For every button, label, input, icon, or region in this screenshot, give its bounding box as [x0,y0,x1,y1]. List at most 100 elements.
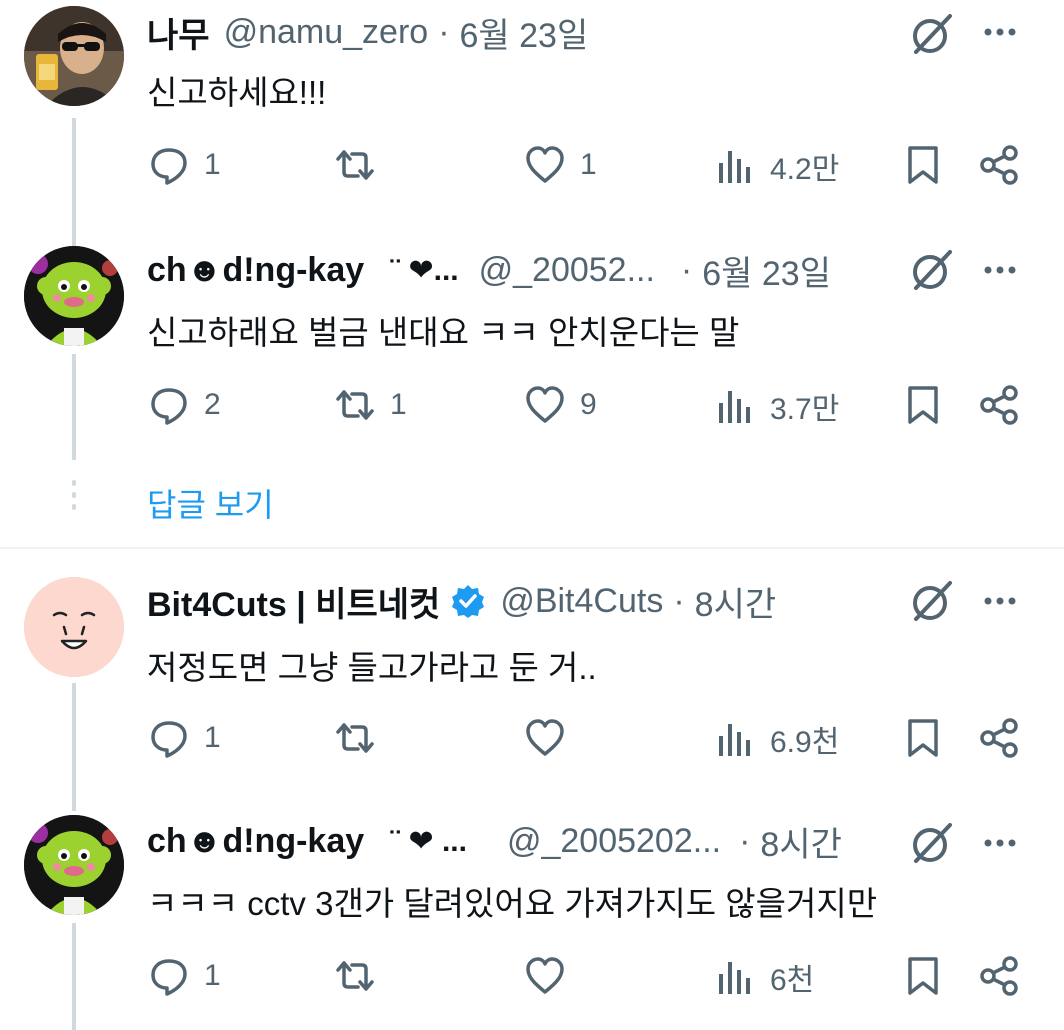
tweet[interactable]: ch☻d!ng-kay ¨ ❤ ... @_2005202... · 8시간 ㅋ… [0,789,1064,1030]
reply-button[interactable]: 1 [148,144,221,186]
share-button[interactable] [978,384,1020,426]
reply-button[interactable]: 1 [148,955,221,997]
grok-icon[interactable] [908,10,956,58]
thread-line [72,683,76,789]
tweet[interactable]: 나무 @namu_zero · 6월 23일 신고하세요!!! 1 1 4.2만 [0,0,1064,230]
view-count: 4.2만 [770,153,840,186]
reply-button[interactable]: 2 [148,384,221,426]
user-handle[interactable]: @namu_zero [224,13,429,52]
tweet-text: 신고하세요!!! [147,74,327,111]
separator-dot: · [438,12,450,51]
like-button[interactable] [524,717,580,759]
reply-icon [151,959,187,996]
display-name[interactable]: ch☻d!ng-kay [147,251,364,290]
views-button[interactable]: 3.7만 [714,384,839,428]
thread-line [72,118,76,230]
tweet-header: ch☻d!ng-kay ¨ ❤... @_20052... · 6월 23일 [147,246,831,295]
view-count: 6.9천 [770,726,840,759]
name-emoji: ¨ ❤ ... [390,824,467,858]
views-icon [719,962,750,994]
tweet-header: ch☻d!ng-kay ¨ ❤ ... @_2005202... · 8시간 [147,817,842,866]
tweet-text: 신고하래요 벌금 낸대요 ㅋㅋ 안치운다는 말 [147,314,740,351]
share-button[interactable] [978,955,1020,997]
like-icon [526,386,564,423]
views-icon [719,724,750,756]
avatar[interactable] [24,246,124,346]
timestamp[interactable]: 8시간 [695,577,776,626]
display-name[interactable]: ch☻d!ng-kay [147,822,364,861]
view-count: 3.7만 [770,393,840,426]
user-handle[interactable]: @_20052... [479,251,655,290]
user-handle[interactable]: @Bit4Cuts [500,582,663,621]
retweet-icon [336,723,374,753]
more-icon[interactable] [980,12,1020,52]
bookmark-button[interactable] [902,144,944,186]
avatar[interactable] [24,815,124,915]
bookmark-button[interactable] [902,384,944,426]
grok-icon[interactable] [908,577,956,625]
bookmark-button[interactable] [902,717,944,759]
retweet-icon [336,390,374,420]
reply-icon [151,721,187,758]
view-count: 6천 [770,964,815,997]
separator-dot: · [680,250,693,289]
timestamp[interactable]: 8시간 [760,817,841,866]
views-icon [719,151,750,183]
separator-dot: · [673,581,685,620]
thread-line [72,354,76,460]
like-button[interactable]: 1 [524,144,597,186]
tweet[interactable]: Bit4Cuts | 비트네컷 @Bit4Cuts · 8시간 저정도면 그냥 … [0,549,1064,789]
display-name[interactable]: 나무 [147,8,210,57]
display-name[interactable]: Bit4Cuts | 비트네컷 [147,577,440,626]
share-button[interactable] [978,144,1020,186]
tweet-header: Bit4Cuts | 비트네컷 @Bit4Cuts · 8시간 [147,577,776,626]
user-handle[interactable]: @_2005202... [507,822,721,861]
timestamp[interactable]: 6월 23일 [460,8,589,57]
bookmark-icon [908,719,938,757]
like-count: 9 [580,388,597,421]
grok-icon[interactable] [908,819,956,867]
timestamp[interactable]: 6월 23일 [702,246,831,295]
reply-button[interactable]: 1 [148,717,221,759]
reply-count: 1 [204,721,221,754]
like-count: 1 [580,148,597,181]
retweet-icon [336,961,374,991]
avatar[interactable] [24,6,124,106]
retweet-count: 1 [390,388,407,421]
retweet-button[interactable] [334,955,390,997]
views-button[interactable]: 6.9천 [714,717,839,761]
grok-icon[interactable] [908,246,956,294]
separator-dot: · [739,821,751,860]
tweet-text: 저정도면 그냥 들고가라고 둔 거.. [147,649,597,686]
avatar[interactable] [24,577,124,677]
reply-count: 2 [204,388,221,421]
share-icon [980,145,1018,185]
share-icon [980,718,1018,758]
thread-dots [72,480,76,516]
views-icon [719,391,750,423]
like-icon [526,957,564,994]
show-replies-link[interactable]: 답글 보기 [147,480,274,526]
retweet-button[interactable] [334,717,390,759]
more-icon[interactable] [980,581,1020,621]
name-emoji: ¨ ❤... [390,253,459,287]
share-button[interactable] [978,717,1020,759]
reply-icon [151,148,187,185]
tweet-text: ㅋㅋㅋ cctv 3갠가 달려있어요 가져가지도 않을거지만 [147,885,878,922]
more-icon[interactable] [980,250,1020,290]
like-icon [526,146,564,183]
like-icon [526,719,564,756]
reply-count: 1 [204,959,221,992]
like-button[interactable] [524,955,580,997]
retweet-button[interactable] [334,144,390,186]
like-button[interactable]: 9 [524,384,597,426]
share-icon [980,956,1018,996]
bookmark-icon [908,957,938,995]
retweet-button[interactable]: 1 [334,384,407,426]
bookmark-button[interactable] [902,955,944,997]
views-button[interactable]: 6천 [714,955,814,999]
thread-line [72,789,76,811]
views-button[interactable]: 4.2만 [714,144,839,188]
more-icon[interactable] [980,823,1020,863]
reply-count: 1 [204,148,221,181]
